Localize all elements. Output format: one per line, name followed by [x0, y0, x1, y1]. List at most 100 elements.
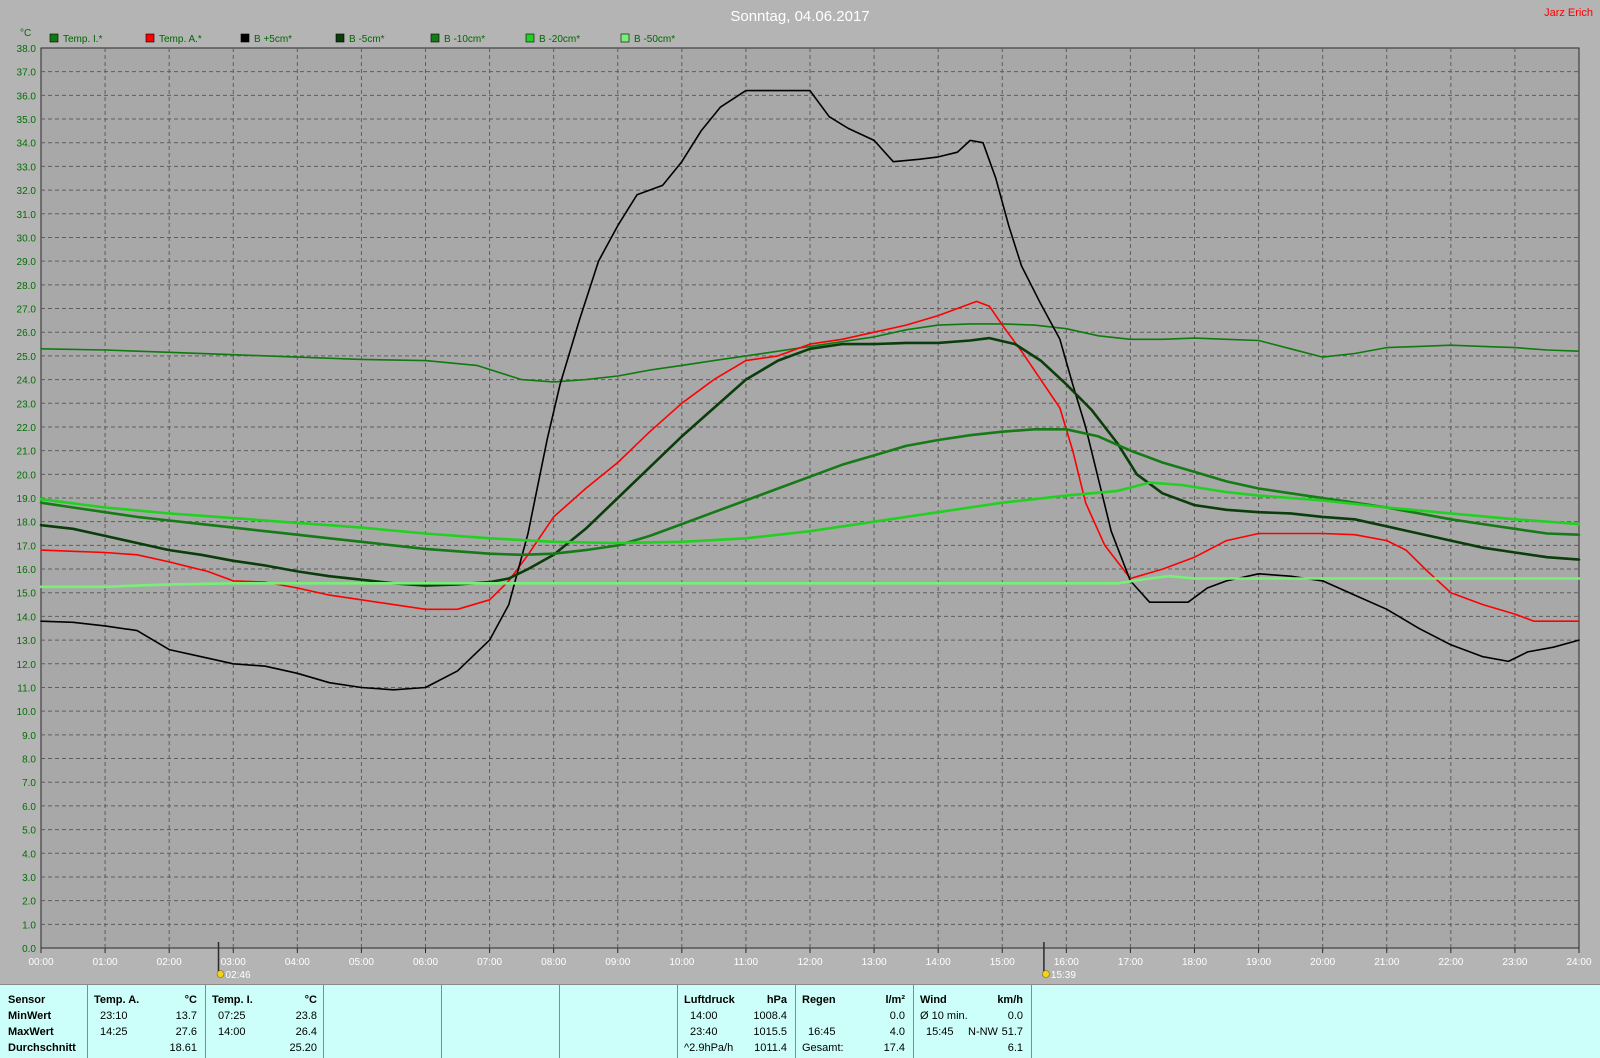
- wind-max-direction: N-NW: [968, 1026, 998, 1038]
- legend-label: Temp. I.*: [63, 34, 103, 45]
- stats-temp-i-column: Temp. I. °C 07:25 23.8 14:00 26.4 25.20: [206, 985, 324, 1058]
- y-tick-label: 16.0: [17, 565, 37, 576]
- rain-unit: l/m²: [885, 994, 905, 1006]
- chart-title: Sonntag, 04.06.2017: [730, 8, 869, 25]
- y-tick-label: 22.0: [17, 423, 37, 434]
- y-tick-label: 29.0: [17, 257, 37, 268]
- legend-swatch: [145, 33, 155, 43]
- y-tick-label: 14.0: [17, 612, 37, 623]
- rain-total-value: 17.4: [883, 1042, 905, 1054]
- x-tick-label: 19:00: [1246, 957, 1271, 968]
- wind-max-value: 51.7: [1001, 1026, 1023, 1038]
- durchschnitt-label: Durchschnitt: [8, 1042, 76, 1054]
- y-tick-label: 31.0: [17, 210, 37, 221]
- temp-i-average: 25.20: [289, 1042, 317, 1054]
- y-tick-label: 17.0: [17, 541, 37, 552]
- x-tick-label: 07:00: [477, 957, 502, 968]
- legend-label: B -20cm*: [539, 34, 580, 45]
- x-tick-label: 06:00: [413, 957, 438, 968]
- wind-unit: km/h: [997, 994, 1023, 1006]
- pressure-unit: hPa: [766, 994, 787, 1006]
- maxwert-label: MaxWert: [8, 1026, 54, 1038]
- x-tick-label: 24:00: [1566, 957, 1591, 968]
- x-tick-label: 12:00: [797, 957, 822, 968]
- y-tick-label: 9.0: [22, 731, 36, 742]
- x-tick-label: 20:00: [1310, 957, 1335, 968]
- x-tick-label: 15:00: [990, 957, 1015, 968]
- x-tick-label: 04:00: [285, 957, 310, 968]
- stats-temp-a-column: Temp. A. °C 23:10 13.7 14:25 27.6 18.61: [88, 985, 206, 1058]
- legend-swatch: [430, 33, 440, 43]
- temp-a-min-time: 23:10: [100, 1010, 128, 1022]
- x-tick-label: 22:00: [1438, 957, 1463, 968]
- pressure-max-time: 23:40: [690, 1026, 718, 1038]
- x-tick-label: 01:00: [93, 957, 118, 968]
- temp-a-header: Temp. A.: [94, 994, 140, 1006]
- sun-marker-label: 02:46: [226, 970, 251, 981]
- y-tick-label: 2.0: [22, 897, 36, 908]
- legend-label: Temp. A.*: [159, 34, 202, 45]
- x-tick-label: 05:00: [349, 957, 374, 968]
- x-axis: 00:00 01:00 02:00 03:00 04:00 05:00 06:00 07:00…: [28, 948, 1592, 968]
- x-tick-label: 09:00: [605, 957, 630, 968]
- temperature-chart: Sonntag, 04.06.2017 Jarz Erich °C Temp. …: [17, 7, 1593, 981]
- rain-total-label: Gesamt:: [802, 1042, 844, 1054]
- y-tick-label: 38.0: [17, 44, 37, 55]
- stats-pressure-column: Luftdruck hPa 14:00 1008.4 23:40 1015.5 …: [678, 985, 796, 1058]
- y-tick-label: 27.0: [17, 305, 37, 316]
- temp-i-min-time: 07:25: [218, 1010, 246, 1022]
- pressure-header: Luftdruck: [684, 994, 735, 1006]
- legend-swatch: [49, 33, 59, 43]
- y-tick-label: 37.0: [17, 68, 37, 79]
- y-tick-label: 3.0: [22, 873, 36, 884]
- stats-rain-column: Regen l/m² 0.0 16:45 4.0 Gesamt: 17.4: [796, 985, 914, 1058]
- y-axis: 0.0 1.0 2.0 3.0 4.0 5.0 6.0 7.0 8.0 9.0 10.0 11.0 12…: [17, 44, 37, 955]
- y-tick-label: 8.0: [22, 755, 36, 766]
- temp-i-min-value: 23.8: [295, 1010, 317, 1022]
- temp-i-header: Temp. I.: [212, 994, 253, 1006]
- temp-i-max-value: 26.4: [295, 1026, 317, 1038]
- temp-a-max-value: 27.6: [175, 1026, 197, 1038]
- y-tick-label: 19.0: [17, 494, 37, 505]
- x-tick-label: 18:00: [1182, 957, 1207, 968]
- y-tick-label: 12.0: [17, 660, 37, 671]
- y-tick-label: 25.0: [17, 352, 37, 363]
- author-label: Jarz Erich: [1544, 7, 1593, 19]
- wind-header: Wind: [920, 994, 947, 1006]
- x-tick-label: 10:00: [669, 957, 694, 968]
- sensor-header: Sensor: [8, 994, 46, 1006]
- legend-label: B +5cm*: [254, 34, 292, 45]
- y-unit-label: °C: [20, 28, 31, 39]
- x-tick-label: 08:00: [541, 957, 566, 968]
- pressure-min-time: 14:00: [690, 1010, 718, 1022]
- pressure-min-value: 1008.4: [753, 1010, 787, 1022]
- sunset-icon: [1042, 970, 1050, 978]
- pressure-average: 1011.4: [754, 1042, 787, 1054]
- temp-a-average: 18.61: [169, 1042, 197, 1054]
- y-tick-label: 20.0: [17, 470, 37, 481]
- stats-sensor-column: Sensor MinWert MaxWert Durchschnitt: [0, 985, 88, 1058]
- stats-wind-column: Wind km/h Ø 10 min. 0.0 15:45 N-NW 51.7 …: [914, 985, 1032, 1058]
- x-tick-label: 13:00: [862, 957, 887, 968]
- sunrise-icon: [216, 970, 225, 978]
- y-tick-label: 0.0: [22, 944, 36, 955]
- y-tick-label: 6.0: [22, 802, 36, 813]
- x-tick-label: 02:00: [157, 957, 182, 968]
- y-tick-label: 21.0: [17, 447, 37, 458]
- sun-marker-label: 15:39: [1051, 970, 1076, 981]
- legend-label: B -10cm*: [444, 34, 485, 45]
- y-tick-label: 18.0: [17, 518, 37, 529]
- pressure-max-value: 1015.5: [753, 1026, 787, 1038]
- x-tick-label: 16:00: [1054, 957, 1079, 968]
- y-tick-label: 26.0: [17, 328, 37, 339]
- legend-swatch: [335, 33, 345, 43]
- legend: Temp. I.* Temp. A.* B +5cm* B -5cm* B -10cm*…: [49, 33, 675, 45]
- legend-label: B -50cm*: [634, 34, 675, 45]
- y-tick-label: 13.0: [17, 636, 37, 647]
- temp-a-min-value: 13.7: [175, 1010, 197, 1022]
- y-tick-label: 33.0: [17, 162, 37, 173]
- pressure-trend: ^2.9hPa/h: [684, 1042, 734, 1054]
- temp-a-unit: °C: [184, 994, 197, 1006]
- x-tick-label: 11:00: [734, 957, 759, 968]
- rain-min-value: 0.0: [889, 1010, 905, 1022]
